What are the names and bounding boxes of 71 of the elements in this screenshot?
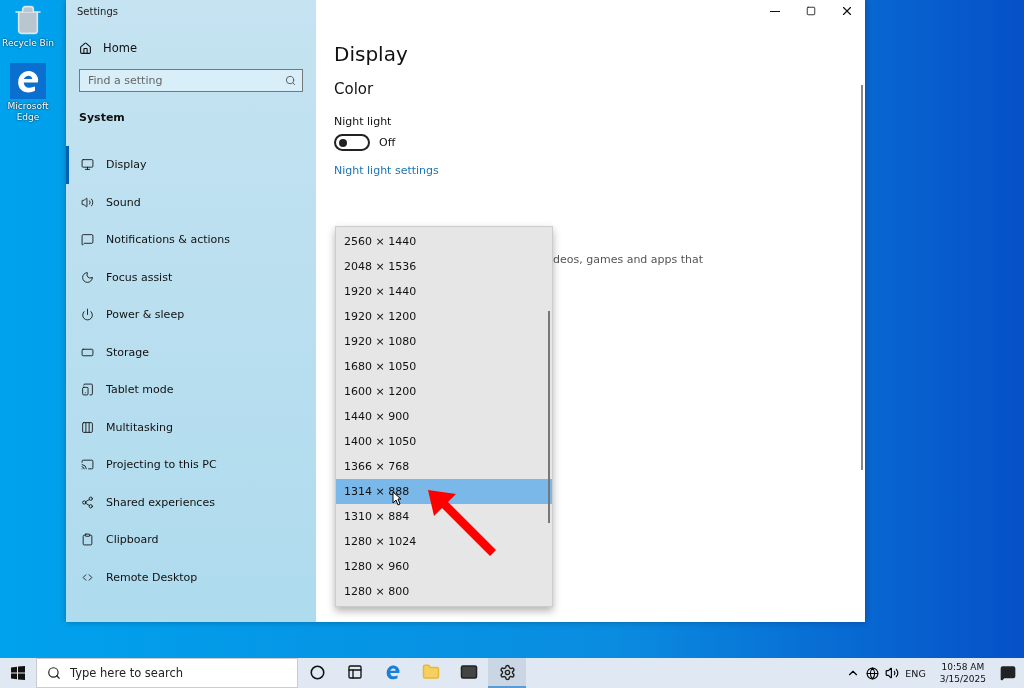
task-view-icon <box>347 664 363 680</box>
recycle-bin-icon <box>12 4 44 36</box>
sidebar-item[interactable]: Multitasking <box>66 408 316 446</box>
power-icon <box>81 308 94 322</box>
edge-shortcut-icon <box>10 63 46 99</box>
share-icon <box>81 495 94 509</box>
dropdown-option[interactable]: 1280 × 800 <box>336 579 552 604</box>
search-field[interactable]: Find a setting <box>79 69 303 92</box>
language-indicator[interactable]: ENG <box>905 667 926 679</box>
cast-icon <box>81 458 94 472</box>
sidebar-item[interactable]: Shared experiences <box>66 483 316 521</box>
scrollbar[interactable] <box>861 85 863 470</box>
sidebar-item[interactable]: Projecting to this PC <box>66 446 316 484</box>
toggle-switch[interactable] <box>334 134 370 151</box>
windows-logo-icon <box>11 666 25 680</box>
sidebar-item[interactable]: Sound <box>66 183 316 221</box>
globe-icon[interactable] <box>866 666 880 680</box>
description-text: deos, games and apps that <box>553 253 705 266</box>
speech-bubble-icon <box>81 233 94 247</box>
sidebar-item[interactable]: Power & sleep <box>66 296 316 334</box>
search-icon <box>285 75 296 86</box>
home-icon <box>79 41 92 55</box>
tablet-icon <box>81 383 94 397</box>
sidebar-item[interactable]: Remote Desktop <box>66 558 316 596</box>
dropdown-option[interactable]: 2048 × 1536 <box>336 254 552 279</box>
speaker-icon[interactable] <box>885 666 900 680</box>
settings-icon <box>498 663 516 681</box>
edge-icon <box>384 663 402 681</box>
page-title: Display <box>334 42 409 66</box>
dropdown-option[interactable]: 1600 × 1200 <box>336 379 552 404</box>
section-heading: System <box>79 111 126 124</box>
settings-link[interactable]: Night light settings <box>334 164 439 177</box>
maximize-icon <box>806 6 816 16</box>
dropdown-option[interactable]: 1920 × 1080 <box>336 329 552 354</box>
sidebar-item[interactable]: Display <box>66 146 316 184</box>
dropdown-option[interactable]: 1400 × 1050 <box>336 429 552 454</box>
dropdown-option[interactable]: 1310 × 884 <box>336 504 552 529</box>
window-title: Settings <box>77 6 119 17</box>
sidebar-item[interactable]: Storage <box>66 333 316 371</box>
sidebar-item[interactable]: Tablet mode <box>66 371 316 409</box>
search-icon <box>47 666 61 680</box>
moon-icon <box>81 270 94 284</box>
sidebar-item[interactable]: Clipboard <box>66 521 316 559</box>
setting-label: Night light <box>334 115 393 128</box>
taskbar-app-button[interactable] <box>488 658 526 688</box>
dropdown-option[interactable]: 1680 × 1050 <box>336 354 552 379</box>
clipboard-icon <box>81 533 94 547</box>
folder-icon <box>422 663 440 681</box>
scrollbar[interactable] <box>548 311 550 523</box>
taskbar-search-field[interactable]: Type here to search <box>36 658 298 688</box>
minimize-icon <box>770 10 780 12</box>
dropdown-option[interactable]: 1920 × 1440 <box>336 279 552 304</box>
circle-icon <box>309 664 325 680</box>
section-heading: Color <box>334 80 375 98</box>
dropdown-option[interactable]: 1280 × 1024 <box>336 529 552 554</box>
toggle-state: Off <box>379 136 396 149</box>
speaker-icon <box>81 195 94 209</box>
columns-icon <box>81 420 94 434</box>
clock[interactable]: 10:58 AM 3/15/2025 <box>939 661 986 685</box>
dropdown-option[interactable]: 1920 × 1200 <box>336 304 552 329</box>
home-link[interactable]: Home <box>103 41 137 55</box>
sidebar-item[interactable]: Focus assist <box>66 258 316 296</box>
sidebar-item[interactable]: Notifications & actions <box>66 221 316 259</box>
dropdown-option[interactable]: 1280 × 960 <box>336 554 552 579</box>
dropdown-option[interactable]: 1314 × 888 <box>336 479 552 504</box>
notification-icon[interactable] <box>1000 665 1016 681</box>
monitor-icon <box>81 158 94 172</box>
dropdown-option[interactable]: 1440 × 900 <box>336 404 552 429</box>
dropdown-option[interactable]: 2560 × 1440 <box>336 229 552 254</box>
dropdown-option[interactable]: 1366 × 768 <box>336 454 552 479</box>
close-icon <box>840 4 854 18</box>
